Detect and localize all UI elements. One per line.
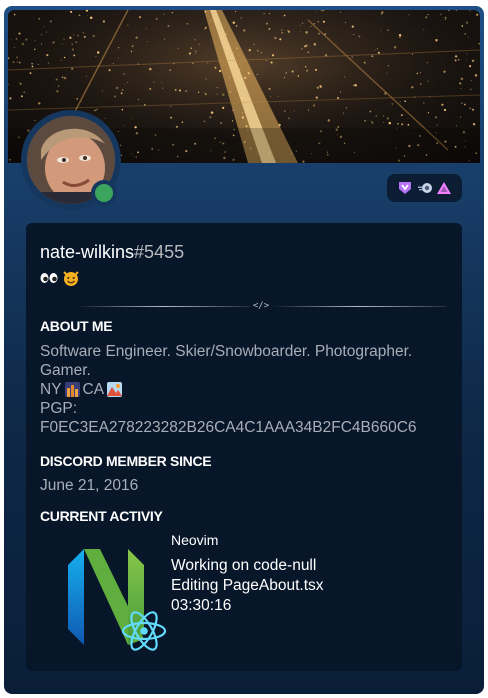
activity-details: Neovim Working on code-null Editing Page… — [171, 531, 324, 616]
hypesquad-badge-icon[interactable] — [436, 180, 452, 196]
member-since-date: June 21, 2016 — [40, 477, 139, 494]
activity-large-image[interactable] — [62, 543, 170, 663]
activity-app-name: Neovim — [171, 532, 219, 548]
member-since-heading: DISCORD MEMBER SINCE — [40, 453, 212, 469]
avatar-frame[interactable] — [21, 110, 121, 210]
about-line-pgp-label: PGP: — [40, 400, 78, 417]
sunset-emoji-icon — [107, 382, 123, 397]
profile-card: nate-wilkins#5455 </> ABOUT ME Software … — [4, 6, 484, 694]
cityscape-emoji-icon — [64, 382, 80, 397]
online-status-dot — [95, 184, 113, 202]
status-indicator — [91, 180, 117, 206]
about-me-heading: ABOUT ME — [40, 318, 113, 334]
code-glyph: </> — [252, 301, 270, 311]
boost-badge-icon[interactable] — [417, 180, 433, 196]
about-line-bio: Software Engineer. Skier/Snowboarder. Ph… — [40, 343, 413, 379]
about-line-locations: NY CA — [40, 380, 455, 399]
current-activity-heading: CURRENT ACTIVIY — [40, 508, 163, 524]
about-me-text: Software Engineer. Skier/Snowboarder. Ph… — [40, 342, 455, 437]
activity-state-line: Editing PageAbout.tsx — [171, 577, 324, 594]
activity-elapsed-time: 03:30:16 — [171, 597, 232, 614]
about-line-pgp-key[interactable]: F0EC3EA278223282B26CA4C1AAA34B2FC4B660C6 — [40, 418, 455, 437]
profile-details-panel: nate-wilkins#5455 </> ABOUT ME Software … — [26, 223, 462, 671]
custom-status — [40, 269, 80, 287]
nitro-badge-icon[interactable] — [397, 180, 413, 196]
activity-details-line: Working on code-null — [171, 557, 317, 574]
location-ca: CA — [82, 381, 105, 398]
badge-list — [387, 174, 462, 202]
section-divider: </> — [76, 301, 447, 311]
eyes-emoji-icon — [40, 273, 58, 283]
react-icon — [121, 611, 167, 651]
location-ny: NY — [40, 381, 62, 398]
username-line[interactable]: nate-wilkins#5455 — [40, 242, 184, 263]
discriminator: #5455 — [134, 242, 185, 262]
smiling-imp-emoji-icon — [63, 271, 79, 286]
username[interactable]: nate-wilkins — [40, 242, 134, 262]
